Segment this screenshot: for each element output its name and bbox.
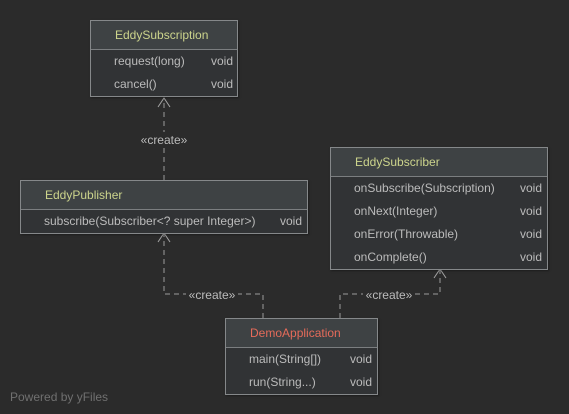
method-row: run(String...) void (226, 371, 377, 394)
method-return-type: void (350, 375, 373, 389)
method-signature: run(String...) (249, 375, 316, 389)
method-signature: onSubscribe(Subscription) (354, 181, 495, 195)
method-return-type: void (211, 54, 234, 68)
class-title: EddySubscriber (331, 148, 547, 177)
method-signature: onError(Throwable) (354, 227, 459, 241)
method-return-type: void (520, 250, 543, 264)
method-row: cancel() void (91, 73, 237, 96)
method-signature: subscribe(Subscriber<? super Integer>) (44, 214, 256, 228)
method-row: onNext(Integer) void (331, 200, 547, 223)
method-return-type: void (520, 227, 543, 241)
class-node-eddysubscriber[interactable]: EddySubscriber onSubscribe(Subscription)… (330, 147, 548, 270)
method-return-type: void (350, 352, 373, 366)
method-row: subscribe(Subscriber<? super Integer>) v… (21, 210, 307, 233)
diagram-canvas[interactable]: EddySubscription request(long) void canc… (0, 0, 569, 414)
edge-label-create: «create» (363, 287, 415, 303)
class-title: EddySubscription (91, 21, 237, 50)
method-row: request(long) void (91, 50, 237, 73)
class-node-demoapplication[interactable]: DemoApplication main(String[]) void run(… (225, 318, 378, 395)
method-signature: cancel() (114, 77, 157, 91)
class-title: DemoApplication (226, 319, 377, 348)
edge-demoapp-creates-publisher (157, 232, 264, 318)
powered-by-label: Powered by yFiles (10, 390, 109, 404)
method-return-type: void (520, 204, 543, 218)
class-node-eddypublisher[interactable]: EddyPublisher subscribe(Subscriber<? sup… (20, 180, 308, 234)
method-row: onSubscribe(Subscription) void (331, 177, 547, 200)
method-return-type: void (280, 214, 303, 228)
method-return-type: void (211, 77, 234, 91)
method-row: onComplete() void (331, 246, 547, 269)
method-signature: main(String[]) (249, 352, 322, 366)
class-title: EddyPublisher (21, 181, 307, 210)
method-row: onError(Throwable) void (331, 223, 547, 246)
edge-label-create: «create» (138, 132, 190, 148)
class-node-eddysubscription[interactable]: EddySubscription request(long) void canc… (90, 20, 238, 97)
edge-line (163, 233, 264, 318)
method-signature: onComplete() (354, 250, 427, 264)
method-signature: onNext(Integer) (354, 204, 438, 218)
edge-label-create: «create» (186, 287, 238, 303)
method-row: main(String[]) void (226, 348, 377, 371)
method-signature: request(long) (114, 54, 185, 68)
method-return-type: void (520, 181, 543, 195)
